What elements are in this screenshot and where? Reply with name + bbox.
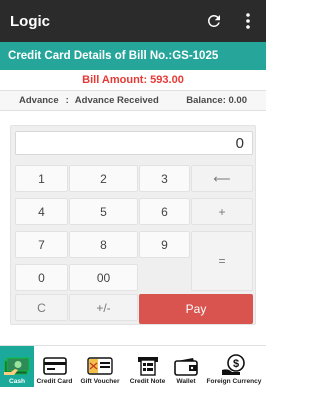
app-bar: Logic <box>0 0 266 42</box>
key-2[interactable]: 2 <box>69 165 138 192</box>
wallet-icon <box>173 355 199 377</box>
advance-label: Advance <box>19 95 59 106</box>
plus-key[interactable]: + <box>191 198 253 225</box>
advance-separator: : <box>65 95 69 106</box>
key-6[interactable]: 6 <box>139 198 190 225</box>
key-0[interactable]: 0 <box>15 264 68 291</box>
payment-mode-label: Wallet <box>176 378 196 385</box>
credit-note-icon <box>135 355 161 377</box>
bill-details-title: Credit Card Details of Bill No.:GS-1025 <box>8 50 219 62</box>
svg-text:$: $ <box>233 358 239 370</box>
key-5[interactable]: 5 <box>69 198 138 225</box>
payment-mode-label: Credit Note <box>129 378 166 385</box>
bill-details-header: Credit Card Details of Bill No.:GS-1025 <box>0 42 266 70</box>
foreign-currency-icon: $ <box>220 353 248 377</box>
payment-mode-label: Cash <box>8 378 26 385</box>
key-7[interactable]: 7 <box>15 231 68 258</box>
balance-text: Balance: 0.00 <box>186 95 247 106</box>
tab-credit-note[interactable]: Credit Note <box>125 346 170 387</box>
key-1[interactable]: 1 <box>15 165 68 192</box>
app-title: Logic <box>10 12 50 30</box>
tab-credit-card[interactable]: Credit Card <box>34 346 75 387</box>
key-4[interactable]: 4 <box>15 198 68 225</box>
advance-balance-row: Advance : Advance Received Balance: 0.00 <box>0 90 266 111</box>
payment-mode-label: Foreign Currency <box>206 378 262 385</box>
sign-toggle-key[interactable]: +/- <box>69 294 138 321</box>
payment-mode-label: Credit Card <box>36 378 73 385</box>
key-8[interactable]: 8 <box>69 231 138 258</box>
equals-key[interactable]: = <box>191 231 253 291</box>
payment-mode-label: Gift Voucher <box>80 378 120 385</box>
calculator-panel: 0 1 2 3 ⟵ 4 5 6 + 7 8 9 = 0 00 C +/- Pay <box>10 125 256 325</box>
gift-card-icon <box>86 355 114 377</box>
pay-button[interactable]: Pay <box>139 294 253 324</box>
tab-wallet[interactable]: Wallet <box>170 346 202 387</box>
credit-card-icon <box>42 355 68 377</box>
refresh-icon[interactable] <box>202 9 226 33</box>
advance-value: Advance Received <box>74 95 159 106</box>
key-9[interactable]: 9 <box>139 231 190 258</box>
amount-display[interactable]: 0 <box>15 131 253 155</box>
cash-icon <box>3 355 31 377</box>
bill-amount: Bill Amount: 593.00 <box>82 74 184 86</box>
tab-cash[interactable]: Cash <box>0 346 34 387</box>
tab-foreign-currency[interactable]: $ Foreign Currency <box>202 346 266 387</box>
more-options-icon[interactable] <box>236 9 260 33</box>
key-3[interactable]: 3 <box>139 165 190 192</box>
key-00[interactable]: 00 <box>69 264 138 291</box>
backspace-key[interactable]: ⟵ <box>191 165 253 192</box>
payment-mode-bar: Cash Credit Card Gift Voucher Credit Not… <box>0 345 266 387</box>
tab-gift-voucher[interactable]: Gift Voucher <box>75 346 125 387</box>
clear-key[interactable]: C <box>15 294 68 321</box>
